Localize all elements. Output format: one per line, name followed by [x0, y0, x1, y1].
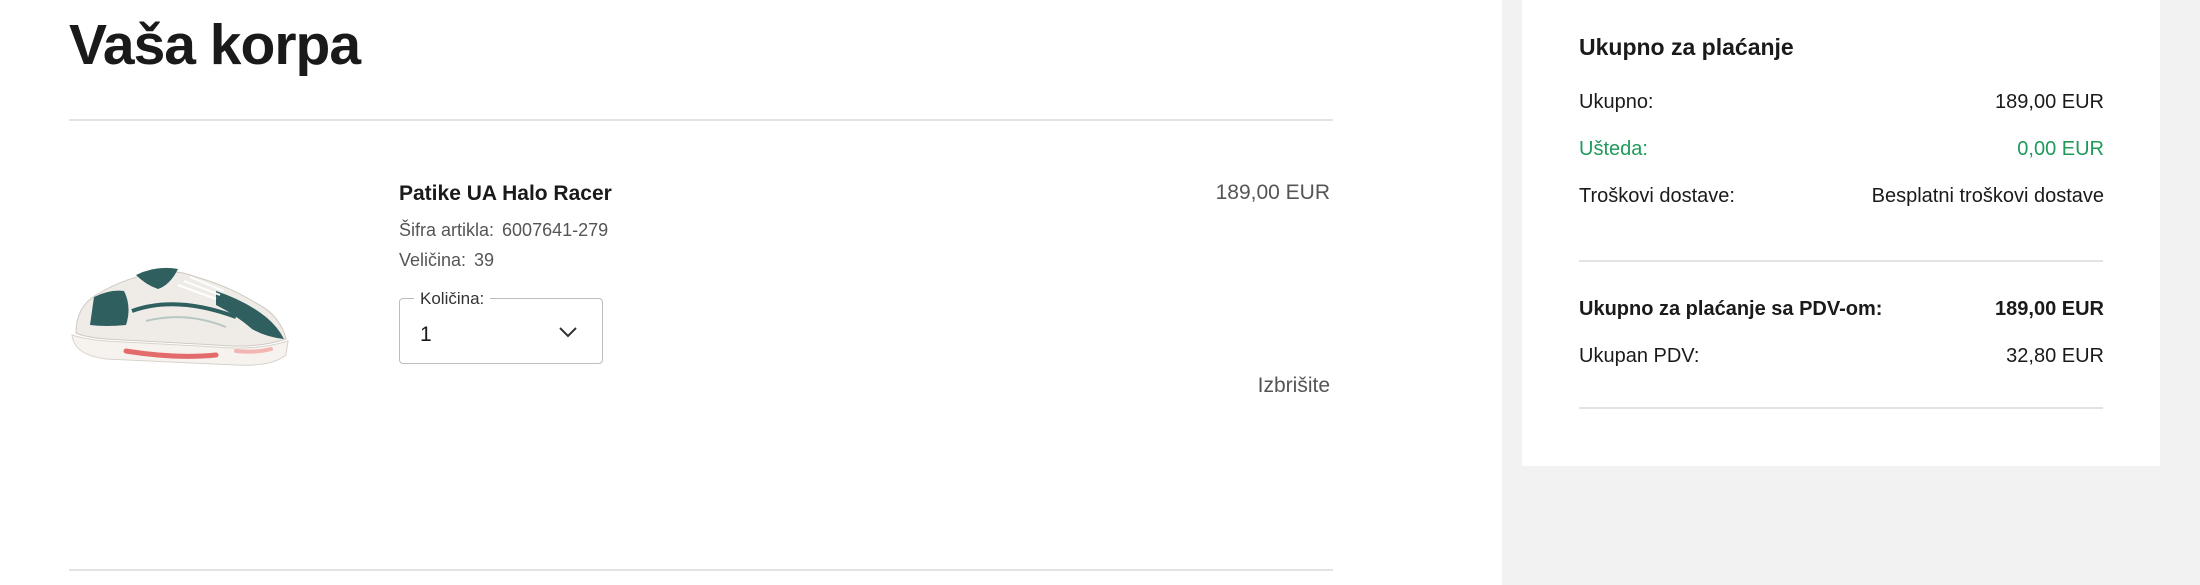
quantity-label: Količina:	[414, 289, 491, 309]
total-value: 189,00 EUR	[1995, 298, 2104, 320]
size-value: 39	[474, 250, 495, 270]
quantity-select[interactable]: Količina: 1	[399, 289, 603, 364]
product-size: Veličina: 39	[399, 250, 494, 271]
product-name[interactable]: Patike UA Halo Racer	[399, 182, 612, 206]
product-image[interactable]	[66, 255, 292, 373]
product-sku: Šifra artikla: 6007641-279	[399, 220, 608, 241]
summary-bottom-divider	[1579, 407, 2103, 409]
page-title: Vaša korpa	[69, 13, 361, 77]
item-divider	[69, 569, 1333, 571]
sku-value: 6007641-279	[502, 220, 609, 240]
vat-value: 32,80 EUR	[2006, 345, 2104, 367]
title-divider	[69, 119, 1333, 121]
vat-label: Ukupan PDV:	[1579, 345, 1700, 367]
order-summary	[1522, 0, 2160, 466]
subtotal-value: 189,00 EUR	[1995, 91, 2104, 113]
delete-button[interactable]: Izbrišite	[1258, 374, 1330, 398]
total-label: Ukupno za plaćanje sa PDV-om:	[1579, 298, 1883, 320]
shipping-label: Troškovi dostave:	[1579, 185, 1735, 207]
savings-label: Ušteda:	[1579, 138, 1648, 160]
size-label: Veličina:	[399, 250, 467, 270]
product-price: 189,00 EUR	[1215, 181, 1330, 204]
summary-divider	[1579, 260, 2103, 262]
subtotal-label: Ukupno:	[1579, 91, 1654, 113]
shipping-value: Besplatni troškovi dostave	[1871, 185, 2104, 207]
sku-label: Šifra artikla:	[399, 220, 495, 240]
savings-value: 0,00 EUR	[2017, 138, 2104, 160]
summary-title: Ukupno za plaćanje	[1579, 34, 1794, 60]
quantity-value: 1	[420, 323, 432, 346]
chevron-down-icon	[559, 327, 577, 338]
